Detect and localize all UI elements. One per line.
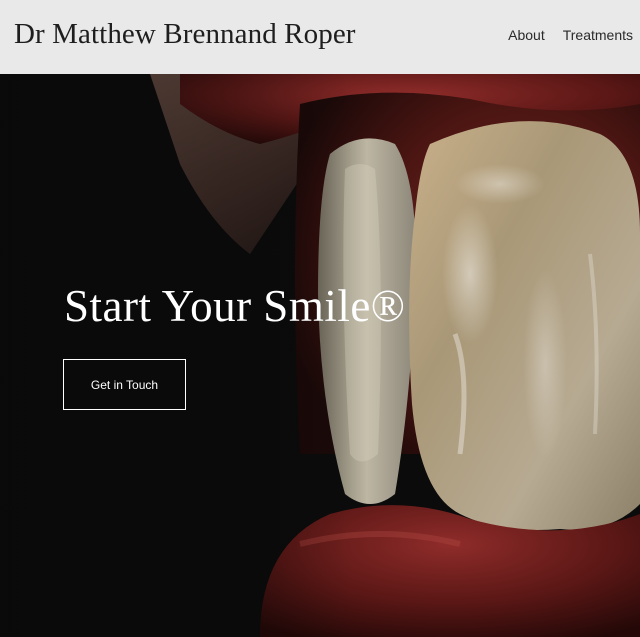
get-in-touch-button[interactable]: Get in Touch <box>63 359 186 410</box>
page: Dr Matthew Brennand Roper About Treatmen… <box>0 0 640 637</box>
hero-heading: Start Your Smile® <box>64 281 406 331</box>
nav-link-treatments[interactable]: Treatments <box>563 25 633 45</box>
hero-section: Start Your Smile® Get in Touch <box>0 74 640 637</box>
main-nav: About Treatments <box>508 25 633 45</box>
site-header: Dr Matthew Brennand Roper About Treatmen… <box>0 0 640 74</box>
hero-teeth-image <box>0 74 640 637</box>
nav-link-about[interactable]: About <box>508 25 545 45</box>
site-title-link[interactable]: Dr Matthew Brennand Roper <box>14 14 356 54</box>
